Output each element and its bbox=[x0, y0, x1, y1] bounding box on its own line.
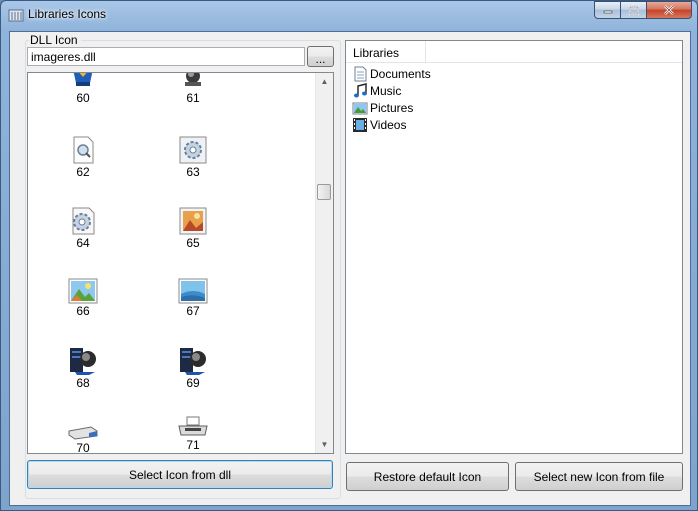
icon-number: 63 bbox=[186, 165, 200, 179]
server-globe-icon bbox=[70, 348, 96, 375]
close-button[interactable] bbox=[647, 1, 692, 19]
picture-icon bbox=[178, 278, 208, 304]
library-item-music[interactable]: Music bbox=[352, 82, 401, 99]
minimize-icon bbox=[603, 10, 612, 14]
browse-dll-button[interactable]: ... bbox=[307, 46, 334, 67]
icon-item-64[interactable]: 64 bbox=[53, 206, 113, 250]
library-label: Music bbox=[370, 83, 402, 98]
dll-path-input[interactable] bbox=[27, 47, 305, 66]
icon-item-69[interactable]: 69 bbox=[163, 346, 223, 390]
icon-item-65[interactable]: 65 bbox=[163, 206, 223, 250]
icon-item-63[interactable]: 63 bbox=[163, 135, 223, 179]
icon-number: 65 bbox=[186, 236, 200, 250]
icon-number: 71 bbox=[186, 438, 200, 452]
network-globe-icon bbox=[185, 73, 201, 86]
libraries-column-header[interactable]: Libraries bbox=[346, 41, 426, 63]
printer-icon bbox=[178, 416, 208, 436]
dll-icon-list[interactable]: 60 61 62 63 64 65 66 67 68 69 70 71 ▲ ▼ bbox=[27, 72, 334, 454]
minimize-button[interactable] bbox=[594, 1, 621, 19]
title-bar[interactable]: Libraries Icons bbox=[1, 1, 697, 29]
picture-doc-icon bbox=[179, 207, 207, 235]
icon-number: 66 bbox=[76, 304, 90, 318]
icon-list-scrollbar[interactable]: ▲ ▼ bbox=[315, 73, 333, 453]
close-icon bbox=[664, 5, 674, 15]
icon-number: 68 bbox=[76, 376, 90, 390]
gear-doc-icon bbox=[179, 136, 207, 164]
library-label: Documents bbox=[370, 66, 431, 81]
libraries-icons-window: Libraries Icons DLL Icon ... 60 bbox=[0, 0, 698, 511]
scanner-icon bbox=[68, 426, 98, 440]
server-globe-icon bbox=[180, 348, 206, 375]
scroll-down-arrow-icon[interactable]: ▼ bbox=[316, 436, 333, 453]
restore-default-icon-button[interactable]: Restore default Icon bbox=[346, 462, 509, 491]
picture-icon bbox=[68, 278, 98, 304]
icon-item-66[interactable]: 66 bbox=[53, 278, 113, 318]
client-area: DLL Icon ... 60 61 bbox=[9, 31, 691, 506]
icon-item-68[interactable]: 68 bbox=[53, 346, 113, 390]
scroll-up-arrow-icon[interactable]: ▲ bbox=[316, 73, 333, 90]
icon-item-70[interactable]: 70 bbox=[53, 423, 113, 454]
icon-number: 67 bbox=[186, 304, 200, 318]
library-item-videos[interactable]: Videos bbox=[352, 116, 406, 133]
icon-item-67[interactable]: 67 bbox=[163, 278, 223, 318]
libraries-list[interactable]: Libraries Documents Music Pictures Video… bbox=[345, 40, 683, 454]
music-icon bbox=[354, 82, 367, 97]
maximize-icon bbox=[628, 5, 639, 15]
select-icon-from-dll-button[interactable]: Select Icon from dll bbox=[27, 460, 333, 489]
videos-icon bbox=[353, 117, 367, 132]
icon-item-71[interactable]: 71 bbox=[163, 416, 223, 452]
select-new-icon-from-file-button[interactable]: Select new Icon from file bbox=[515, 462, 683, 491]
library-item-pictures[interactable]: Pictures bbox=[352, 99, 413, 116]
pictures-icon bbox=[352, 102, 368, 114]
gear-doc-icon bbox=[72, 207, 95, 235]
window-title: Libraries Icons bbox=[28, 7, 107, 21]
column-header-filler bbox=[426, 41, 682, 63]
scrollbar-thumb[interactable] bbox=[317, 184, 331, 200]
icon-item-60[interactable]: 60 bbox=[53, 73, 113, 105]
maximize-button[interactable] bbox=[621, 1, 647, 19]
library-label: Videos bbox=[370, 117, 407, 132]
icon-number: 61 bbox=[186, 91, 200, 105]
icon-number: 62 bbox=[76, 165, 90, 179]
icon-item-62[interactable]: 62 bbox=[53, 135, 113, 179]
libraries-app-icon bbox=[8, 9, 24, 22]
search-doc-icon bbox=[73, 136, 94, 164]
library-item-documents[interactable]: Documents bbox=[352, 65, 431, 82]
library-label: Pictures bbox=[370, 100, 414, 115]
media-icon bbox=[73, 73, 93, 86]
icon-number: 64 bbox=[76, 236, 90, 250]
icon-number: 60 bbox=[76, 91, 90, 105]
dll-icon-group-label: DLL Icon bbox=[29, 33, 81, 47]
documents-icon bbox=[354, 66, 367, 81]
icon-number: 69 bbox=[186, 376, 200, 390]
caption-buttons bbox=[594, 1, 692, 20]
icon-number: 70 bbox=[76, 441, 90, 454]
icon-item-61[interactable]: 61 bbox=[163, 73, 223, 105]
